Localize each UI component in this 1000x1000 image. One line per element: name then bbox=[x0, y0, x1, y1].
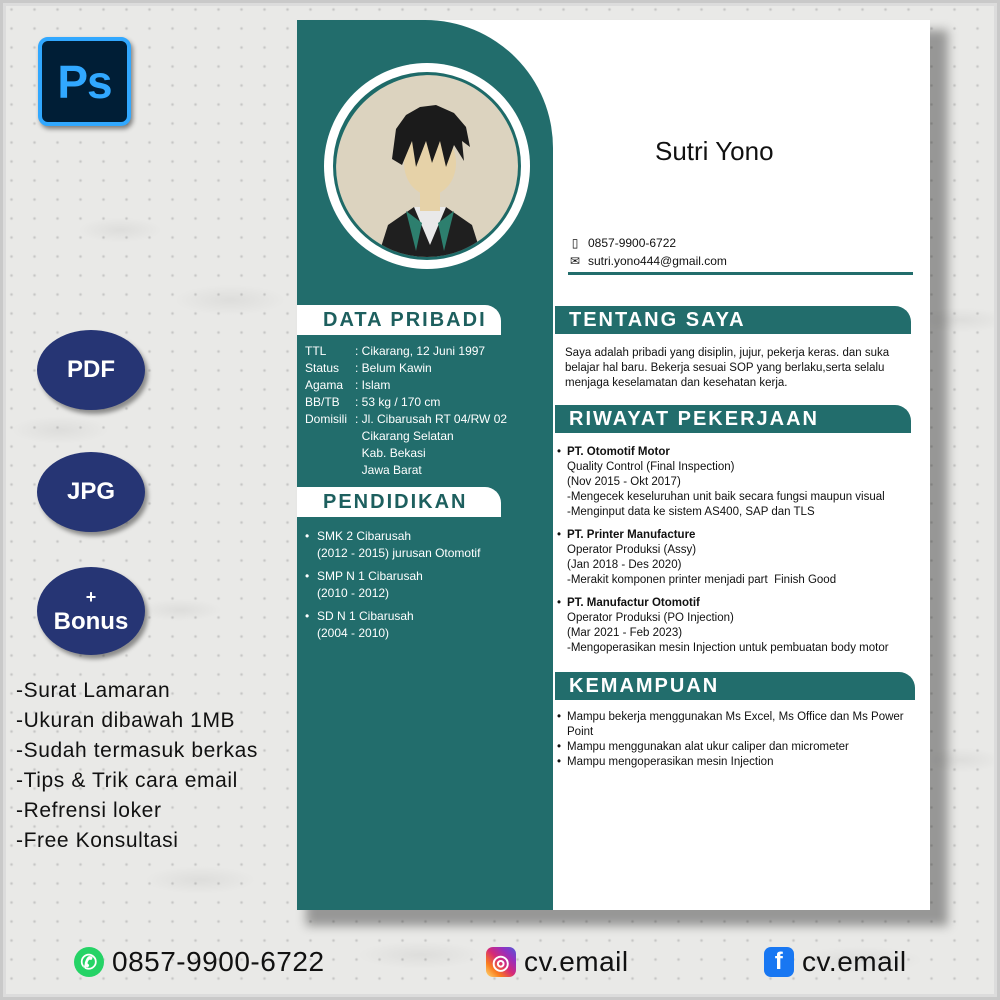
school-detail: (2004 - 2010) bbox=[317, 626, 390, 640]
table-row: Jawa Barat bbox=[305, 462, 507, 479]
table-row: Cikarang Selatan bbox=[305, 428, 507, 445]
list-item: SD N 1 Cibarusah (2004 - 2010) bbox=[305, 608, 480, 642]
field-value: : Cikarang, 12 Juni 1997 bbox=[355, 344, 486, 358]
avatar bbox=[324, 63, 530, 269]
jpg-badge: JPG bbox=[37, 452, 145, 532]
field-label: Domisili bbox=[305, 412, 347, 426]
list-item: PT. Printer Manufacture Operator Produks… bbox=[557, 528, 917, 588]
table-row: BB/TB : 53 kg / 170 cm bbox=[305, 394, 507, 411]
whatsapp-icon: ✆ bbox=[74, 947, 104, 977]
company-name: PT. Printer Manufacture bbox=[567, 529, 696, 541]
field-value: Kab. Bekasi bbox=[355, 446, 426, 460]
personal-data: TTL : Cikarang, 12 Juni 1997 Status : Belu… bbox=[305, 343, 507, 479]
section-title-riwayat-pekerjaan: RIWAYAT PEKERJAAN bbox=[555, 405, 911, 433]
bonus-label: Bonus bbox=[53, 608, 129, 635]
company-name: PT. Manufactur Otomotif bbox=[567, 597, 700, 609]
list-item: Mampu bekerja menggunakan Ms Excel, Ms O… bbox=[557, 710, 917, 740]
field-value: : Belum Kawin bbox=[355, 361, 432, 375]
list-item: SMP N 1 Cibarusah (2010 - 2012) bbox=[305, 568, 480, 602]
avatar-icon bbox=[336, 75, 518, 257]
table-row: TTL : Cikarang, 12 Juni 1997 bbox=[305, 343, 507, 360]
facebook-contact: f cv.email bbox=[764, 946, 907, 978]
list-item: Mampu mengoperasikan mesin Injection bbox=[557, 755, 917, 770]
job-line: Operator Produksi (Assy) bbox=[567, 544, 697, 556]
field-value: : 53 kg / 170 cm bbox=[355, 395, 441, 409]
table-row: Domisili : Jl. Cibarusah RT 04/RW 02 bbox=[305, 411, 507, 428]
list-item: -Free Konsultasi bbox=[16, 829, 179, 852]
job-line: -Menginput data ke sistem AS400, SAP dan… bbox=[567, 506, 815, 518]
education-list: SMK 2 Cibarusah (2012 - 2015) jurusan Oto… bbox=[305, 528, 480, 648]
job-line: Quality Control (Final Inspection) bbox=[567, 461, 735, 473]
list-item: -Tips & Trik cara email bbox=[16, 769, 238, 792]
school-name: SMP N 1 Cibarusah bbox=[317, 569, 423, 583]
cv-name: Sutri Yono bbox=[655, 136, 774, 166]
list-item: SMK 2 Cibarusah (2012 - 2015) jurusan Oto… bbox=[305, 528, 480, 562]
job-list: PT. Otomotif Motor Quality Control (Fina… bbox=[557, 445, 917, 664]
list-item: PT. Otomotif Motor Quality Control (Fina… bbox=[557, 445, 917, 520]
bonus-badge: + Bonus bbox=[37, 567, 145, 655]
section-title-pendidikan: PENDIDIKAN bbox=[297, 487, 501, 517]
about-text: Saya adalah pribadi yang disiplin, jujur… bbox=[565, 347, 890, 389]
section-title-data-pribadi: DATA PRIBADI bbox=[297, 305, 501, 335]
photoshop-logo-icon: Ps bbox=[38, 37, 131, 126]
list-item: -Ukuran dibawah 1MB bbox=[16, 709, 236, 732]
field-label bbox=[305, 462, 353, 479]
list-item: -Surat Lamaran bbox=[16, 679, 171, 702]
table-row: Status : Belum Kawin bbox=[305, 360, 507, 377]
instagram-icon: ◎ bbox=[486, 947, 516, 977]
facebook-icon: f bbox=[764, 947, 794, 977]
section-title-tentang-saya: TENTANG SAYA bbox=[555, 306, 911, 334]
header-divider bbox=[568, 272, 913, 275]
job-line: -Merakit komponen printer menjadi part F… bbox=[567, 574, 837, 586]
whatsapp-number: 0857-9900-6722 bbox=[112, 946, 325, 977]
pdf-badge: PDF bbox=[37, 330, 145, 410]
instagram-handle: cv.email bbox=[524, 946, 629, 977]
bonus-list: -Surat Lamaran -Ukuran dibawah 1MB -Suda… bbox=[16, 676, 258, 856]
field-label: Status bbox=[305, 361, 340, 375]
job-line: (Nov 2015 - Okt 2017) bbox=[567, 476, 681, 488]
bonus-plus: + bbox=[85, 587, 97, 607]
phone-contact: ▯ 0857-9900-6722 bbox=[568, 236, 676, 250]
job-line: (Jan 2018 - Des 2020) bbox=[567, 559, 682, 571]
skills-list: Mampu bekerja menggunakan Ms Excel, Ms O… bbox=[557, 710, 917, 770]
job-line: -Mengecek keseluruhan unit baik secara f… bbox=[567, 491, 885, 503]
instagram-contact: ◎ cv.email bbox=[486, 946, 629, 978]
company-name: PT. Otomotif Motor bbox=[567, 446, 670, 458]
school-detail: (2012 - 2015) jurusan Otomotif bbox=[317, 546, 481, 560]
field-label: Agama bbox=[305, 378, 344, 392]
section-title-kemampuan: KEMAMPUAN bbox=[555, 672, 915, 700]
table-row: Kab. Bekasi bbox=[305, 445, 507, 462]
school-detail: (2010 - 2012) bbox=[317, 586, 390, 600]
list-item: PT. Manufactur Otomotif Operator Produks… bbox=[557, 596, 917, 656]
email-contact: ✉ sutri.yono444@gmail.com bbox=[568, 254, 727, 268]
phone-number: 0857-9900-6722 bbox=[588, 236, 677, 250]
facebook-handle: cv.email bbox=[802, 946, 907, 977]
field-label: TTL bbox=[305, 344, 327, 358]
field-value: Cikarang Selatan bbox=[355, 429, 454, 443]
job-line: (Mar 2021 - Feb 2023) bbox=[567, 627, 683, 639]
job-line: -Mengoperasikan mesin Injection untuk pe… bbox=[567, 642, 889, 654]
list-item: Mampu menggunakan alat ukur caliper dan … bbox=[557, 740, 917, 755]
field-value: : Jl. Cibarusah RT 04/RW 02 bbox=[355, 412, 508, 426]
cv-paper: DATA PRIBADI TTL : Cikarang, 12 Juni 1997… bbox=[297, 20, 930, 910]
school-name: SD N 1 Cibarusah bbox=[317, 609, 414, 623]
field-value: : Islam bbox=[355, 378, 391, 392]
job-line: Operator Produksi (PO Injection) bbox=[567, 612, 734, 624]
email-address: sutri.yono444@gmail.com bbox=[588, 254, 727, 268]
list-item: -Refrensi loker bbox=[16, 799, 162, 822]
field-label: BB/TB bbox=[305, 395, 340, 409]
field-label bbox=[305, 445, 353, 462]
field-label bbox=[305, 428, 353, 445]
field-value: Jawa Barat bbox=[355, 463, 422, 477]
avatar-illustration bbox=[333, 72, 521, 260]
table-row: Agama : Islam bbox=[305, 377, 507, 394]
phone-icon: ▯ bbox=[571, 236, 579, 250]
list-item: -Sudah termasuk berkas bbox=[16, 739, 258, 762]
mail-icon: ✉ bbox=[569, 254, 581, 268]
school-name: SMK 2 Cibarusah bbox=[317, 529, 412, 543]
whatsapp-contact: ✆ 0857-9900-6722 bbox=[74, 946, 325, 978]
